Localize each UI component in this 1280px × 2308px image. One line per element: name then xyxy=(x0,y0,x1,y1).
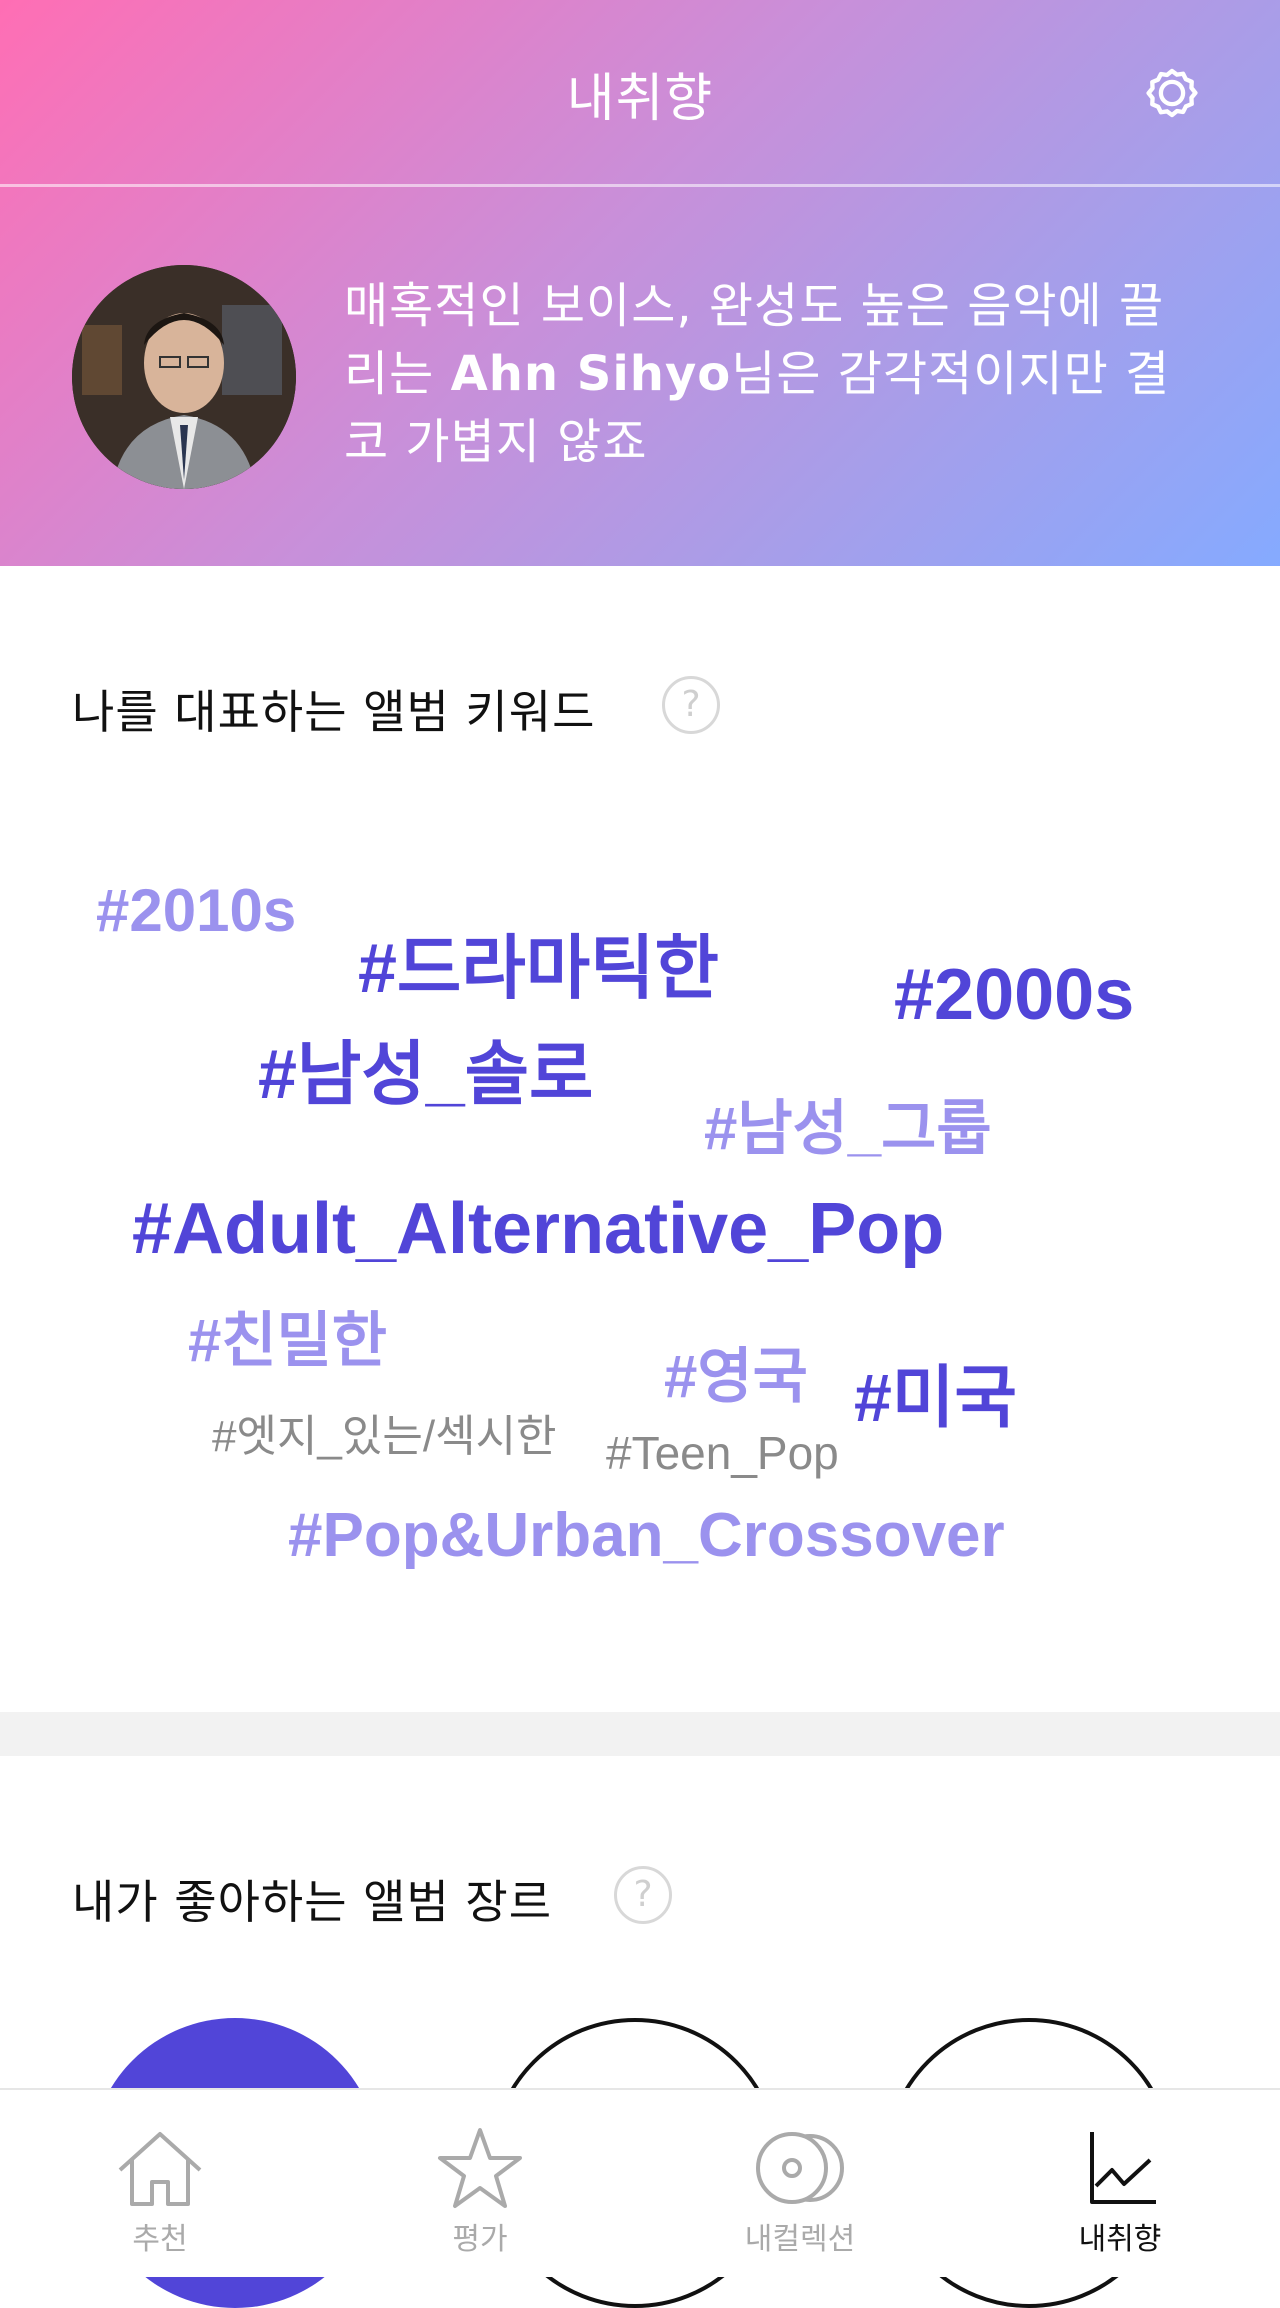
keyword-tag[interactable]: #Teen_Pop xyxy=(606,1426,839,1480)
avatar-photo xyxy=(72,265,296,489)
profile-description: 매혹적인 보이스, 완성도 높은 음악에 끌 리는 Ahn Sihyo님은 감각… xyxy=(344,272,1224,476)
disc-icon xyxy=(756,2132,844,2204)
keyword-tag[interactable]: #2000s xyxy=(894,954,1134,1036)
genres-help-icon[interactable]: ? xyxy=(614,1866,672,1924)
bottom-navigation: 추천 평가 내컬렉션 내취향 xyxy=(0,2088,1280,2277)
profile-line-2-post: 님은 감각적이지만 결 xyxy=(731,346,1171,402)
keyword-tag[interactable]: #영국 xyxy=(664,1328,808,1415)
nav-label: 내취향 xyxy=(1078,2222,1162,2257)
keyword-tag[interactable]: #친밀한 xyxy=(188,1292,387,1379)
settings-button[interactable] xyxy=(1135,56,1209,130)
header-divider xyxy=(0,184,1280,187)
page-title: 내취향 xyxy=(566,69,714,129)
top-bar: 내취향 xyxy=(0,0,1280,187)
nav-label: 추천 xyxy=(132,2222,188,2257)
nav-item-taste[interactable]: 내취향 xyxy=(960,2090,1280,2277)
nav-label: 내컬렉션 xyxy=(744,2222,856,2257)
keyword-tag[interactable]: #미국 xyxy=(854,1342,1017,1441)
profile-line-1: 매혹적인 보이스, 완성도 높은 음악에 끌 xyxy=(344,278,1165,334)
keywords-section-title: 나를 대표하는 앨범 키워드 xyxy=(72,685,596,739)
keyword-tag[interactable]: #엣지_있는/섹시한 xyxy=(212,1400,557,1464)
chart-icon xyxy=(1090,2132,1156,2204)
profile-line-2: 리는 Ahn Sihyo님은 감각적이지만 결 xyxy=(344,340,1224,408)
user-name: Ahn Sihyo xyxy=(450,346,732,402)
section-divider xyxy=(0,1712,1280,1756)
profile-header: 내취향 매혹적인 보이스, 완성도 높은 음악에 끌 리는 Ahn Sihyo님… xyxy=(0,0,1280,566)
keyword-tag[interactable]: #남성_솔로 xyxy=(258,1018,593,1119)
keyword-tag[interactable]: #Pop&Urban_Crossover xyxy=(288,1500,1005,1571)
keywords-help-icon[interactable]: ? xyxy=(662,676,720,734)
nav-item-recommend[interactable]: 추천 xyxy=(0,2090,320,2277)
nav-item-rate[interactable]: 평가 xyxy=(320,2090,640,2277)
gear-icon xyxy=(1146,68,1198,118)
profile-line-3: 코 가볍지 않죠 xyxy=(344,414,648,470)
star-icon xyxy=(438,2128,522,2208)
avatar[interactable] xyxy=(72,265,296,489)
genres-section-title: 내가 좋아하는 앨범 장르 xyxy=(72,1875,553,1929)
keyword-tag[interactable]: #드라마틱한 xyxy=(358,912,719,1013)
keyword-tag[interactable]: #남성_그룹 xyxy=(704,1080,992,1167)
home-icon xyxy=(118,2132,202,2206)
nav-label: 평가 xyxy=(452,2222,508,2257)
keyword-tag[interactable]: #2010s xyxy=(96,876,296,945)
nav-item-collection[interactable]: 내컬렉션 xyxy=(640,2090,960,2277)
keyword-tag[interactable]: #Adult_Alternative_Pop xyxy=(132,1188,944,1270)
profile-line-2-pre: 리는 xyxy=(344,346,451,402)
